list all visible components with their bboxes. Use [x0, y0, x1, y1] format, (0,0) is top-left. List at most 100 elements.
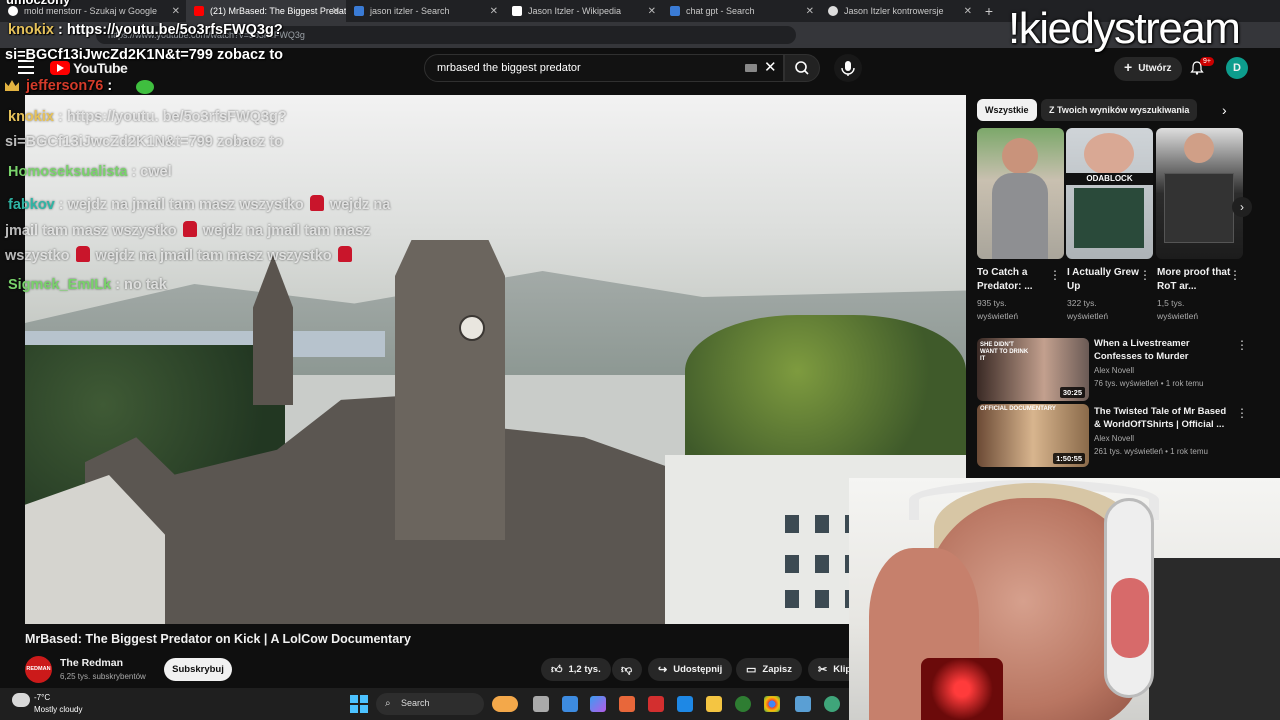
weather-description[interactable]: Mostly cloudy — [34, 705, 82, 714]
taskbar-search[interactable]: ⌕ Search — [376, 693, 484, 715]
thumbs-down-icon: 👎︎ — [621, 664, 633, 676]
close-icon[interactable]: ✕ — [490, 6, 498, 17]
video-meta: 261 tys. wyświetleń • 1 rok temu — [1094, 447, 1208, 456]
thumbnail-text: SHE DIDN'T WANT TO DRINK IT — [980, 342, 1029, 362]
app-icon[interactable] — [648, 696, 664, 712]
share-icon: ↪ — [658, 664, 668, 676]
weather-temperature[interactable]: -7°C — [34, 693, 50, 702]
bing-icon — [670, 6, 680, 16]
short-thumbnail[interactable] — [1156, 128, 1243, 259]
shorts-next-button[interactable]: › — [1232, 197, 1252, 217]
chat-message: wszystko wejdz na jmail tam masz wszystk… — [5, 246, 354, 264]
channel-name[interactable]: The Redman — [60, 657, 123, 669]
video-thumbnail[interactable]: SHE DIDN'T WANT TO DRINK IT 30:25 — [977, 338, 1089, 401]
video-duration: 1:50:55 — [1053, 453, 1085, 464]
browser-tab[interactable]: Jason Itzler kontrowersje ✕ — [820, 0, 978, 22]
copilot-icon[interactable] — [590, 696, 606, 712]
task-view-icon[interactable] — [533, 696, 549, 712]
app-icon[interactable] — [677, 696, 693, 712]
video-title[interactable]: The Twisted Tale of Mr Based & WorldOfTS… — [1094, 405, 1228, 431]
browser-tab[interactable]: chat gpt - Search ✕ — [662, 0, 820, 22]
taskbar-search-label: Search — [401, 698, 430, 708]
chat-text: si=BGCf13iJwcZd2K1N&t=799 zobacz to — [5, 134, 284, 150]
chat-message: si=BGCf13iJwcZd2K1N&t=799 zobacz to — [5, 134, 283, 150]
more-options-icon[interactable]: ⋮ — [1229, 268, 1241, 282]
video-frame-trees — [685, 315, 966, 455]
save-button[interactable]: ▭ Zapisz — [736, 658, 802, 681]
search-icon: ⌕ — [385, 698, 391, 709]
browser-tab[interactable]: Jason Itzler - Wikipedia ✕ — [504, 0, 662, 22]
dislike-button[interactable]: 👎︎ — [612, 658, 642, 681]
file-explorer-icon[interactable] — [706, 696, 722, 712]
app-icon[interactable] — [824, 696, 840, 712]
chip-all[interactable]: Wszystkie — [977, 99, 1037, 121]
short-overlay-text: ODABLOCK — [1066, 173, 1153, 185]
clear-search-icon[interactable]: ✕ — [764, 58, 777, 76]
voice-search-button[interactable] — [834, 54, 862, 82]
short-title[interactable]: I Actually Grew Up — [1067, 266, 1143, 294]
short-thumbnail[interactable]: ODABLOCK — [1066, 128, 1153, 259]
chat-message: knokix : https://youtu. be/5o3rfsFWQ3g? — [8, 109, 287, 125]
chat-text: jmail tam masz wszystko — [5, 223, 177, 239]
chat-text: wszystko — [5, 248, 70, 264]
chip-from-search[interactable]: Z Twoich wyników wyszukiwania — [1041, 99, 1198, 121]
stream-command-overlay: !kiedystream — [1008, 4, 1241, 53]
create-label: Utwórz — [1138, 63, 1172, 74]
channel-name[interactable]: Alex Novell — [1094, 434, 1134, 443]
scissors-icon: ✂ — [818, 664, 828, 676]
short-views: 1,5 tys. wyświetleń — [1157, 298, 1199, 321]
subscribe-button[interactable]: Subskrybuj — [164, 658, 232, 681]
more-options-icon[interactable]: ⋮ — [1139, 268, 1151, 282]
share-label: Udostępnij — [673, 664, 723, 675]
channel-avatar[interactable]: REDMAN — [25, 656, 52, 683]
more-options-icon[interactable]: ⋮ — [1236, 338, 1248, 352]
chat-nick: knokix — [8, 22, 54, 38]
crown-icon — [5, 80, 19, 91]
search-button[interactable] — [784, 54, 820, 82]
app-icon[interactable] — [562, 696, 578, 712]
chat-text: : wejdz na jmail tam masz wszystko — [58, 197, 304, 213]
new-tab-button[interactable]: + — [978, 3, 1000, 19]
account-avatar[interactable]: D — [1226, 57, 1248, 79]
more-options-icon[interactable]: ⋮ — [1049, 268, 1061, 282]
chat-message: knokix : https://youtu.be/5o3rfsFWQ3g? — [8, 22, 283, 38]
short-thumbnail[interactable] — [977, 128, 1064, 259]
chat-text: si=BGCf13iJwcZd2K1N&t=799 zobacz to — [5, 47, 284, 63]
like-count: 1,2 tys. — [568, 664, 601, 675]
chat-nick: knokix — [8, 109, 54, 125]
close-icon[interactable]: ✕ — [648, 6, 656, 17]
chat-message: jefferson76 : — [26, 78, 112, 94]
create-button[interactable]: + Utwórz — [1114, 57, 1182, 81]
clip-label: Klip — [833, 664, 849, 675]
video-title: MrBased: The Biggest Predator on Kick | … — [25, 632, 411, 646]
channel-name[interactable]: Alex Novell — [1094, 366, 1134, 375]
weather-cloud-icon[interactable] — [12, 693, 30, 707]
channel-subscribers: 6,25 tys. subskrybentów — [60, 672, 146, 681]
tab-label: chat gpt - Search — [686, 6, 755, 16]
video-thumbnail[interactable]: OFFICIAL DOCUMENTARY 1:50:55 — [977, 404, 1089, 467]
app-icon[interactable] — [492, 696, 518, 712]
clip-button[interactable]: ✂ Klip — [808, 658, 849, 681]
windows-start-icon[interactable] — [350, 695, 368, 713]
chat-text: wejdz na — [329, 197, 391, 213]
close-icon[interactable]: ✕ — [806, 6, 814, 17]
short-title[interactable]: More proof that RoT ar... — [1157, 266, 1233, 294]
app-icon[interactable] — [619, 696, 635, 712]
chat-message: si=BGCf13iJwcZd2K1N&t=799 zobacz to — [5, 47, 283, 63]
chevron-right-icon[interactable]: › — [1222, 102, 1227, 118]
app-icon[interactable] — [735, 696, 751, 712]
share-button[interactable]: ↪ Udostępnij — [648, 658, 733, 681]
clock-icon — [459, 315, 485, 341]
video-title[interactable]: When a Livestreamer Confesses to Murder — [1094, 337, 1228, 363]
siren-emote-icon — [309, 195, 324, 211]
app-icon[interactable] — [795, 696, 811, 712]
siren-emote-icon — [75, 246, 90, 262]
like-button[interactable]: 👍︎ 1,2 tys. — [541, 658, 611, 681]
short-views: 935 tys. wyświetleń — [977, 298, 1019, 321]
bookmark-icon: ▭ — [746, 664, 757, 676]
more-options-icon[interactable]: ⋮ — [1236, 406, 1248, 420]
keyboard-icon[interactable] — [745, 64, 757, 72]
chrome-icon[interactable] — [764, 696, 780, 712]
close-icon[interactable]: ✕ — [964, 6, 972, 17]
short-title[interactable]: To Catch a Predator: ... — [977, 266, 1053, 294]
